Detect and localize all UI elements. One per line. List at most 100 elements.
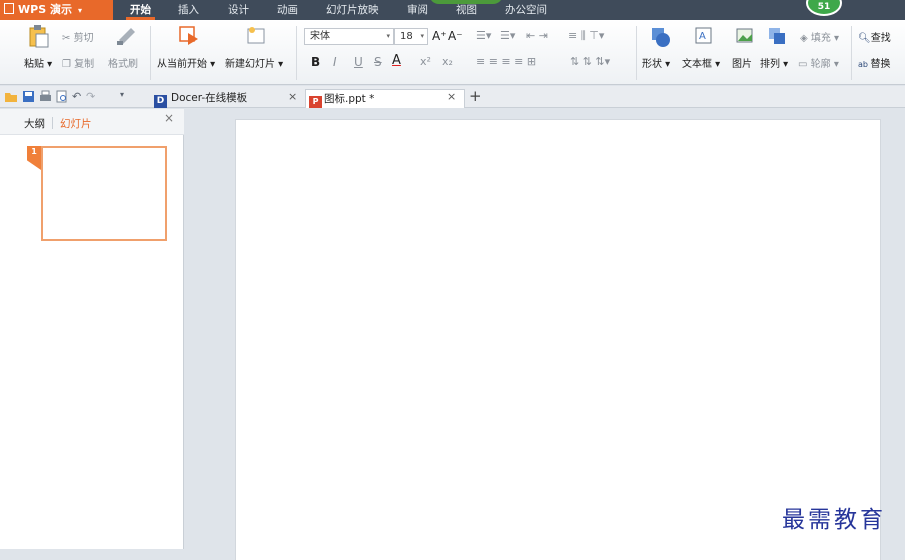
font-size-value: 18 — [400, 31, 413, 42]
cut-button[interactable]: ✂ 剪切 — [62, 29, 94, 44]
print-preview-icon[interactable] — [55, 90, 68, 103]
arrange-button[interactable]: 排列 ▾ — [760, 55, 788, 70]
grow-font-button[interactable]: A⁺ — [432, 29, 447, 43]
outline-button[interactable]: ▭ 轮廓 ▾ — [798, 55, 839, 70]
menu-bar: WPS 演示 ▾ 开始 插入 设计 动画 幻灯片放映 审阅 视图 办公空间 51 — [0, 0, 905, 20]
ribbon-divider — [851, 26, 852, 80]
tab-presentation-file[interactable]: P 图标.ppt * — [305, 89, 465, 108]
fill-button[interactable]: ◈ 填充 ▾ — [800, 29, 839, 44]
font-family-select[interactable]: 宋体 ▾ — [304, 28, 394, 45]
tab-slides[interactable]: 幻灯片 — [60, 116, 92, 131]
quick-access-dropdown-icon[interactable]: ▾ — [120, 90, 124, 99]
ribbon-toolbar: 粘贴 ▾ ✂ 剪切 ❐ 复制 格式刷 从当前开始 ▾ 新建幻灯片 ▾ 宋体 ▾ 1… — [0, 20, 905, 85]
textbox-icon[interactable]: A — [694, 26, 714, 46]
replace-button[interactable]: ab 替换 — [858, 55, 891, 70]
picture-button[interactable]: 图片 — [732, 55, 752, 70]
new-tab-button[interactable]: + — [469, 87, 482, 105]
tab-view[interactable]: 视图 — [456, 0, 477, 20]
save-icon[interactable] — [22, 90, 35, 103]
shape-icon[interactable] — [650, 26, 672, 48]
italic-button[interactable]: I — [333, 55, 337, 69]
superscript-button[interactable]: x² — [420, 55, 431, 68]
docer-icon: D — [154, 95, 167, 108]
undo-icon[interactable]: ↶ — [72, 90, 81, 103]
find-icon: 🔍︎ — [858, 33, 871, 44]
paste-label: 粘贴 — [24, 59, 44, 70]
arrange-icon[interactable] — [767, 26, 787, 46]
tab-slideshow[interactable]: 幻灯片放映 — [326, 0, 379, 20]
ribbon-divider — [636, 26, 637, 80]
indent-icon[interactable]: ⇤ ⇥ — [526, 29, 548, 42]
shrink-font-button[interactable]: A⁻ — [448, 29, 463, 43]
slide-editor-area — [185, 109, 905, 560]
underline-button[interactable]: U — [354, 55, 363, 69]
bullet-list-icon[interactable]: ☰▾ — [476, 29, 491, 42]
outline-label: 轮廓 — [810, 59, 831, 70]
tab-presentation-label: 图标.ppt * — [324, 93, 375, 105]
shape-label: 形状 — [642, 59, 662, 70]
tab-outline[interactable]: 大纲 — [24, 116, 45, 131]
find-label: 查找 — [870, 33, 891, 44]
new-slide-button[interactable]: 新建幻灯片 ▾ — [225, 55, 283, 70]
ribbon-divider — [296, 26, 297, 80]
chevron-down-icon: ▾ — [386, 32, 390, 40]
chevron-down-icon: ▾ — [420, 32, 424, 40]
replace-label: 替换 — [870, 59, 891, 70]
close-tab-docer-icon[interactable]: × — [288, 90, 297, 103]
chevron-down-icon: ▾ — [77, 6, 82, 15]
open-folder-icon[interactable] — [4, 90, 18, 103]
find-button[interactable]: 🔍︎查找 — [858, 29, 891, 44]
panel-tabs: 大纲 幻灯片 × — [0, 109, 184, 135]
panel-tab-divider — [52, 117, 53, 129]
from-current-label: 从当前开始 — [157, 59, 207, 70]
paste-button[interactable]: 粘贴 ▾ — [24, 55, 52, 70]
app-menu-button[interactable]: WPS 演示 ▾ — [0, 0, 113, 20]
tab-insert[interactable]: 插入 — [178, 0, 199, 20]
paste-icon[interactable] — [28, 24, 50, 48]
tab-docer-label: Docer-在线模板 — [171, 92, 248, 104]
watermark-text: 最需教育 — [782, 507, 886, 533]
strikethrough-button[interactable]: S — [374, 55, 382, 69]
new-slide-icon[interactable] — [246, 25, 268, 47]
copy-label: 复制 — [74, 59, 95, 70]
tab-office-space[interactable]: 办公空间 — [505, 0, 547, 20]
textbox-button[interactable]: 文本框 ▾ — [682, 55, 720, 70]
tab-review[interactable]: 审阅 — [407, 0, 428, 20]
print-icon[interactable] — [39, 90, 52, 103]
tab-home[interactable]: 开始 — [126, 0, 155, 20]
ppt-icon: P — [309, 96, 322, 108]
svg-text:A: A — [699, 31, 706, 42]
cut-label: 剪切 — [73, 33, 94, 44]
slide-panel: 大纲 幻灯片 × 1 — [0, 109, 184, 549]
font-family-value: 宋体 — [310, 31, 330, 42]
align-icons[interactable]: ≡ ≡ ≡ ≡ ⊞ — [476, 55, 536, 68]
picture-icon[interactable] — [735, 26, 755, 46]
from-current-button[interactable]: 从当前开始 ▾ — [157, 55, 215, 70]
text-direction-icon[interactable]: ⇅ ⇅ ⇅▾ — [570, 55, 610, 68]
slide-thumbnail[interactable] — [41, 146, 167, 241]
line-spacing-icon[interactable]: ≡ ⫼ ⊤▾ — [568, 29, 604, 43]
close-tab-presentation-icon[interactable]: × — [447, 90, 456, 103]
play-from-current-icon[interactable] — [178, 25, 202, 47]
document-tab-bar: ↶ ↷ ▾ D Docer-在线模板 × P 图标.ppt * × + — [0, 86, 905, 108]
tab-design[interactable]: 设计 — [228, 0, 249, 20]
copy-button[interactable]: ❐ 复制 — [62, 55, 94, 70]
shape-button[interactable]: 形状 ▾ — [642, 55, 670, 70]
format-painter-button[interactable]: 格式刷 — [108, 55, 138, 70]
notification-badge[interactable]: 51 — [806, 0, 842, 16]
numbered-list-icon[interactable]: ☰▾ — [500, 29, 515, 42]
font-color-button[interactable]: A — [392, 53, 401, 68]
textbox-label: 文本框 — [682, 59, 712, 70]
bold-button[interactable]: B — [311, 55, 320, 69]
replace-icon: ab — [858, 60, 871, 69]
close-panel-icon[interactable]: × — [164, 111, 174, 125]
ribbon-divider — [150, 26, 151, 80]
slide-canvas[interactable] — [236, 120, 880, 560]
format-painter-icon[interactable] — [115, 26, 139, 46]
tab-docer-templates[interactable]: D Docer-在线模板 — [150, 89, 304, 108]
font-size-select[interactable]: 18 ▾ — [394, 28, 428, 45]
subscript-button[interactable]: x₂ — [442, 55, 453, 68]
tab-animation[interactable]: 动画 — [277, 0, 298, 20]
slide-number-badge: 1 — [27, 146, 41, 170]
redo-icon[interactable]: ↷ — [86, 90, 95, 103]
